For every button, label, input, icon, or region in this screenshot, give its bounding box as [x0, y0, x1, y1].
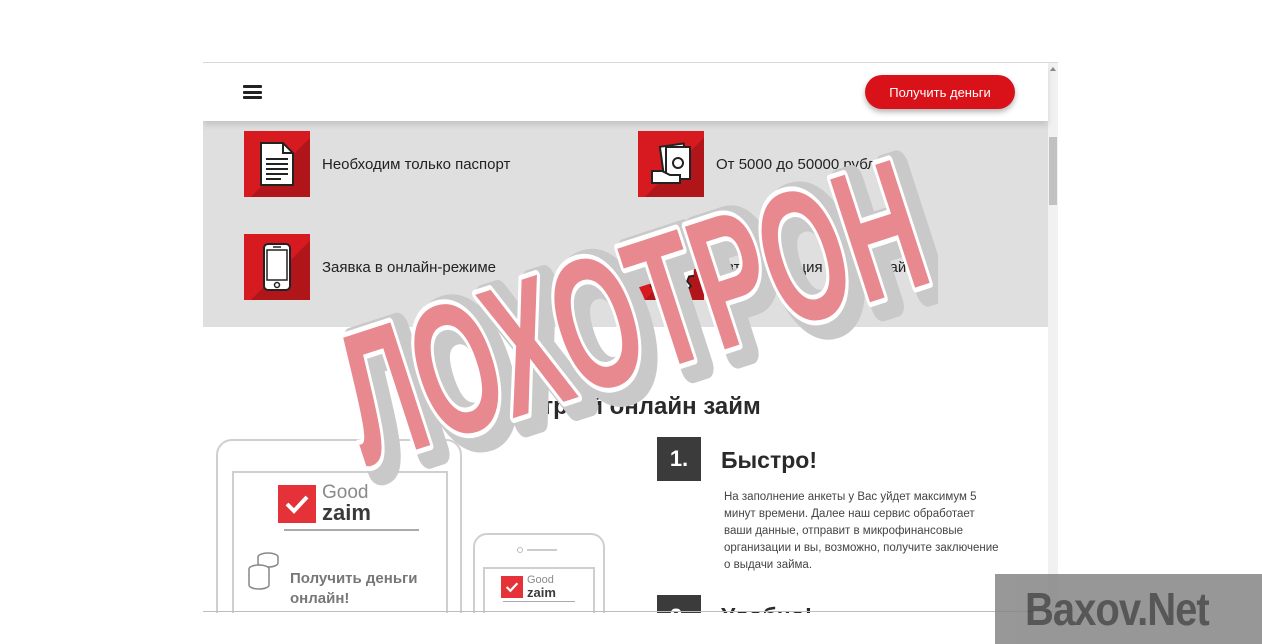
- feature-label: От 5000 до 50000 рублей: [716, 155, 893, 173]
- scroll-up-arrow-icon[interactable]: [1050, 67, 1056, 71]
- document-icon: [244, 131, 310, 197]
- feature-label: Необходим только паспорт: [322, 155, 511, 173]
- site-header: Получить деньги: [203, 63, 1048, 121]
- step-1-number: 1.: [657, 437, 701, 481]
- browser-viewport: Получить деньги Необходим только паспорт: [203, 62, 1058, 613]
- promo-text: Получить деньги онлайн!: [290, 570, 418, 607]
- page-scrollbar[interactable]: [1048, 63, 1058, 613]
- checkmark-icon: [501, 576, 523, 598]
- feature-amount: От 5000 до 50000 рублей: [638, 131, 893, 197]
- tablet-screen: Good zaim Получить деньги онлайн!: [232, 471, 448, 613]
- tablet-illustration: Good zaim Получить деньги онлайн!: [216, 439, 462, 613]
- gear-icon: [638, 234, 704, 300]
- features-section: Необходим только паспорт От 5000 до 5000…: [203, 121, 1048, 327]
- scrollbar-thumb[interactable]: [1049, 137, 1057, 205]
- feature-passport: Необходим только паспорт: [244, 131, 510, 197]
- baxov-watermark: Baxov.Net: [995, 574, 1262, 644]
- phone-illustration: Good zaim: [473, 533, 605, 613]
- money-hand-icon: [638, 131, 704, 197]
- hamburger-menu-icon[interactable]: [243, 85, 262, 99]
- feature-online: Заявка в онлайн-режиме: [244, 234, 496, 300]
- feature-label: Заявка в онлайн-режиме: [322, 258, 496, 276]
- feature-automation: Автоматизация выдачи займа: [638, 234, 925, 300]
- phone-screen: Good zaim: [483, 567, 595, 613]
- section-heading: Быстрый онлайн займ: [490, 393, 761, 420]
- main-section: Быстрый онлайн займ Good zaim Получить д…: [203, 327, 1048, 613]
- logo-underline: [284, 529, 419, 531]
- get-money-button[interactable]: Получить деньги: [865, 75, 1015, 109]
- smartphone-icon: [244, 234, 310, 300]
- watermark-text: Baxov.Net: [1025, 584, 1210, 636]
- goodzaim-logo-small: Good zaim: [501, 575, 556, 599]
- goodzaim-logo: Good zaim: [278, 483, 371, 524]
- step-1-text: На заполнение анкеты у Вас уйдет максиму…: [724, 491, 999, 571]
- coins-stack-icon: [246, 549, 282, 596]
- checkmark-icon: [278, 484, 316, 523]
- step-1-title: Быстро!: [721, 447, 817, 473]
- logo-zaim: zaim: [322, 500, 371, 525]
- logo-zaim: zaim: [527, 585, 556, 600]
- feature-label: Автоматизация выдачи займа: [716, 258, 925, 276]
- viewport-bottom-edge: [203, 611, 1058, 612]
